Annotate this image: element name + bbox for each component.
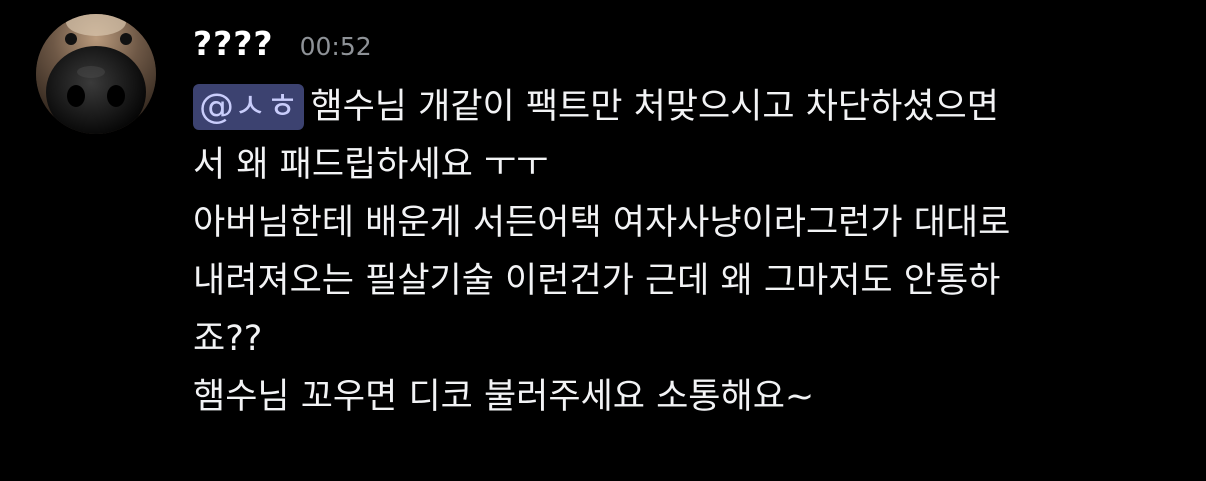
user-mention[interactable]: @ㅅㅎ [193,84,305,130]
message-header: ???? 00:52 [193,24,1183,74]
user-avatar[interactable] [36,14,156,134]
message-body: @ㅅㅎ 햄수님 개같이 팩트만 처맞으시고 차단하셨으면 서 왜 패드립하세요 ㅜ… [193,78,1183,426]
message-text: 햄수님 개같이 팩트만 처맞으시고 차단하셨으면 [310,87,999,127]
message-line: 죠?? [193,319,263,359]
message-content: ???? 00:52 @ㅅㅎ 햄수님 개같이 팩트만 처맞으시고 차단하셨으면 서… [193,24,1183,426]
dog-nose-icon [36,14,156,134]
username[interactable]: ???? [193,24,274,63]
message-line: 아버님한테 배운게 서든어택 여자사냥이라그런가 대대로 [193,203,1011,243]
chat-message: ???? 00:52 @ㅅㅎ 햄수님 개같이 팩트만 처맞으시고 차단하셨으면 서… [0,0,1206,481]
message-line: 서 왜 패드립하세요 ㅜㅜ [193,145,549,185]
timestamp: 00:52 [299,32,372,61]
message-line: @ㅅㅎ 햄수님 개같이 팩트만 처맞으시고 차단하셨으면 [193,78,1183,136]
message-line: 햄수님 꼬우면 디코 불러주세요 소통해요~ [193,377,815,417]
message-line: 내려져오는 필살기술 이런건가 근데 왜 그마저도 안통하 [193,261,1001,301]
